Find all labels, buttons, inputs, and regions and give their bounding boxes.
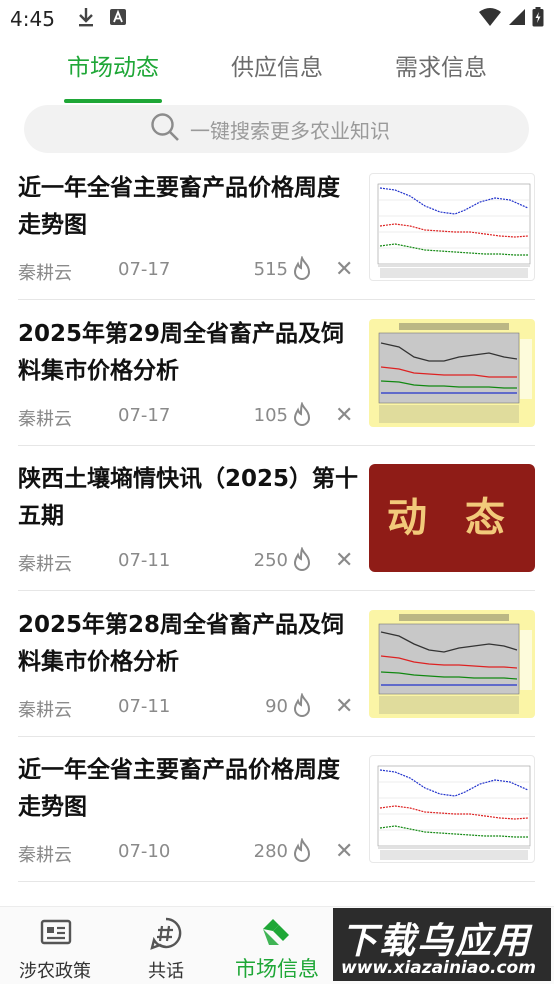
thumbnail-banner-text: 动 态 [387, 495, 517, 541]
search-icon [150, 112, 180, 146]
view-count: 280 [253, 841, 288, 862]
fire-icon [291, 837, 313, 868]
watermark-url: www.xiazainiao.com [341, 958, 536, 978]
watermark-title: 下载乌应用 [341, 921, 532, 962]
article-title: 2025年第29周全省畜产品及饲料集市价格分析 [18, 321, 345, 384]
article-source: 秦耕云 [18, 554, 72, 575]
article-title: 近一年全省主要畜产品价格周度走势图 [18, 757, 340, 820]
fire-icon [291, 546, 313, 577]
article-title: 近一年全省主要畜产品价格周度走势图 [18, 175, 340, 238]
tab-supply-info[interactable]: 供应信息 [228, 48, 326, 82]
view-count: 515 [253, 259, 288, 280]
article-title: 2025年第28周全省畜产品及饲料集市价格分析 [18, 612, 345, 675]
article-date: 07-17 [118, 405, 171, 426]
battery-icon [532, 7, 544, 31]
divider [18, 881, 535, 882]
policy-icon [40, 919, 72, 953]
article-date: 07-17 [118, 259, 171, 280]
nav-discussion-label: 共话 [148, 961, 184, 982]
list-item[interactable]: 近一年全省主要畜产品价格周度走势图 秦耕云 07-10 280 ✕ [0, 742, 554, 887]
download-icon [77, 7, 95, 31]
article-source: 秦耕云 [18, 700, 72, 721]
article-date: 07-11 [118, 696, 171, 717]
view-count: 105 [253, 405, 288, 426]
divider [18, 736, 535, 737]
dismiss-icon[interactable]: ✕ [335, 696, 353, 718]
list-item[interactable]: 陕西土壤墒情快讯（2025）第十五期 秦耕云 07-11 250 ✕ 动 态 [0, 451, 554, 596]
list-item[interactable]: 2025年第29周全省畜产品及饲料集市价格分析 秦耕云 07-17 105 ✕ [0, 306, 554, 451]
dismiss-icon[interactable]: ✕ [335, 841, 353, 863]
article-source: 秦耕云 [18, 263, 72, 284]
divider [18, 445, 535, 446]
hashtag-icon [150, 917, 182, 955]
article-date: 07-11 [118, 550, 171, 571]
top-tabs: 市场动态 供应信息 需求信息 [0, 48, 554, 106]
nav-discussion[interactable]: 共话 [111, 907, 221, 984]
signal-icon [508, 8, 526, 30]
article-thumbnail [369, 173, 535, 281]
article-thumbnail: 动 态 [369, 464, 535, 572]
article-thumbnail [369, 319, 535, 427]
article-source: 秦耕云 [18, 845, 72, 866]
tab-demand-info[interactable]: 需求信息 [392, 48, 490, 82]
nav-market-label: 市场信息 [235, 957, 319, 981]
nav-market[interactable]: 市场信息 [222, 907, 332, 984]
article-source: 秦耕云 [18, 409, 72, 430]
search-input[interactable]: 一键搜索更多农业知识 [24, 105, 529, 153]
status-time: 4:45 [10, 7, 55, 31]
watermark-logo: 下载乌应用 www.xiazainiao.com [333, 908, 551, 981]
dismiss-icon[interactable]: ✕ [335, 550, 353, 572]
fire-icon [291, 401, 313, 432]
article-title: 陕西土壤墒情快讯（2025）第十五期 [18, 466, 359, 529]
wifi-icon [478, 7, 502, 31]
divider [18, 299, 535, 300]
search-placeholder: 一键搜索更多农业知识 [190, 118, 390, 143]
fire-icon [291, 255, 313, 286]
tab-indicator [64, 99, 162, 103]
divider [18, 590, 535, 591]
tab-market-dynamics[interactable]: 市场动态 [64, 48, 162, 82]
view-count: 250 [253, 550, 288, 571]
dismiss-icon[interactable]: ✕ [335, 259, 353, 281]
fire-icon [291, 692, 313, 723]
view-count: 90 [265, 696, 288, 717]
list-item[interactable]: 近一年全省主要畜产品价格周度走势图 秦耕云 07-17 515 ✕ [0, 160, 554, 305]
list-item[interactable]: 2025年第28周全省畜产品及饲料集市价格分析 秦耕云 07-11 90 ✕ [0, 597, 554, 742]
nav-policy[interactable]: 涉农政策 [0, 907, 110, 984]
dismiss-icon[interactable]: ✕ [335, 405, 353, 427]
app-notification-icon [109, 8, 127, 30]
market-icon [259, 915, 293, 951]
article-thumbnail [369, 610, 535, 718]
article-date: 07-10 [118, 841, 171, 862]
status-bar: 4:45 [0, 0, 554, 38]
nav-policy-label: 涉农政策 [19, 961, 91, 982]
article-thumbnail [369, 755, 535, 863]
